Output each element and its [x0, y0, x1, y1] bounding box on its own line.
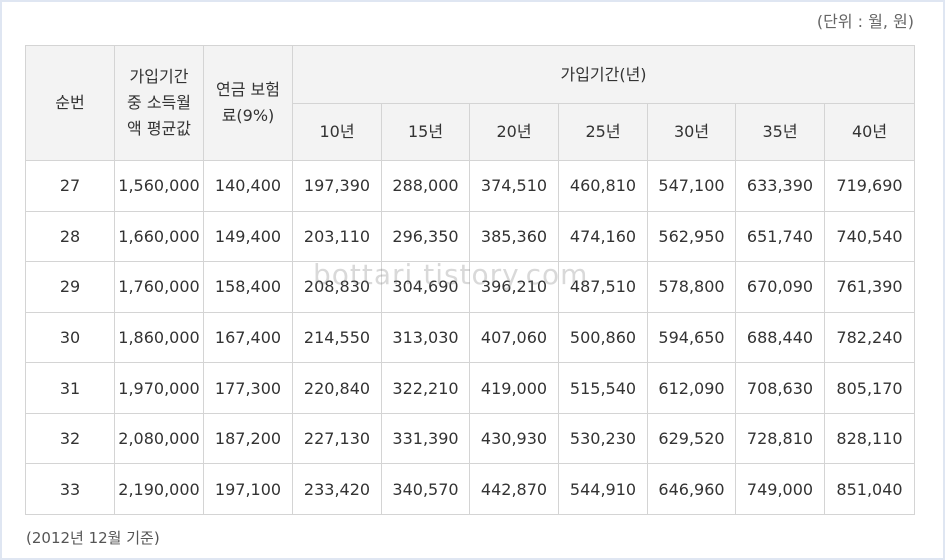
table-cell: 487,510: [558, 261, 648, 313]
table-cell: 28: [25, 210, 115, 263]
table-cell: 158,400: [203, 261, 293, 313]
table-cell: 1,860,000: [114, 311, 204, 364]
table-cell: 419,000: [469, 362, 559, 414]
header-period: 가입기간(년): [291, 45, 916, 104]
table-cell: 515,540: [558, 362, 648, 414]
pension-table: 순번 가입기간 중 소득월 액 평균값 연금 보험 료(9%) 가입기간(년) …: [25, 45, 916, 515]
table-cell: 214,550: [292, 311, 382, 364]
header-no: 순번: [25, 45, 115, 161]
table-cell: 805,170: [823, 362, 916, 414]
table-cell: 203,110: [292, 210, 382, 263]
table-cell: 233,420: [292, 463, 382, 515]
header-period-25: 25년: [558, 103, 648, 161]
table-cell: 2,080,000: [114, 412, 204, 465]
table-cell: 331,390: [381, 412, 470, 465]
table-row: 33 2,190,000 197,100 233,420 340,570 442,870 5…: [25, 463, 916, 515]
table-cell: 2,190,000: [114, 463, 204, 515]
table-cell: 33: [25, 463, 115, 515]
table-cell: 460,810: [558, 160, 648, 212]
table-row: 27 1,560,000 140,400 197,390 288,000 374,510 4…: [25, 160, 916, 212]
table-cell: 430,930: [469, 412, 559, 465]
table-cell: 322,210: [381, 362, 470, 414]
table-cell: 29: [25, 261, 115, 313]
table-cell: 32: [25, 412, 115, 465]
table-row: 31 1,970,000 177,300 220,840 322,210 419,000 5…: [25, 362, 916, 414]
table-cell: 227,130: [292, 412, 382, 465]
table-cell: 30: [25, 311, 115, 364]
table-cell: 500,860: [558, 311, 648, 364]
table-cell: 27: [25, 160, 115, 212]
table-cell: 740,540: [823, 210, 916, 263]
table-cell: 1,560,000: [114, 160, 204, 212]
table-cell: 547,100: [647, 160, 736, 212]
table-cell: 140,400: [203, 160, 293, 212]
table-cell: 167,400: [203, 311, 293, 364]
table-cell: 313,030: [381, 311, 470, 364]
table-cell: 688,440: [735, 311, 825, 364]
table-cell: 646,960: [647, 463, 736, 515]
table-row: 32 2,080,000 187,200 227,130 331,390 430,930 5…: [25, 412, 916, 465]
table-row: 30 1,860,000 167,400 214,550 313,030 407,060 5…: [25, 311, 916, 364]
table-row: 28 1,660,000 149,400 203,110 296,350 385,360 4…: [25, 210, 916, 263]
table-body: 27 1,560,000 140,400 197,390 288,000 374,510 4…: [25, 160, 916, 515]
table-cell: 633,390: [735, 160, 825, 212]
table-cell: 761,390: [823, 261, 916, 313]
table-cell: 187,200: [203, 412, 293, 465]
header-period-10: 10년: [292, 103, 382, 161]
table-cell: 530,230: [558, 412, 648, 465]
table-cell: 296,350: [381, 210, 470, 263]
header-period-20: 20년: [469, 103, 559, 161]
header-period-40: 40년: [823, 103, 916, 161]
table-cell: 1,970,000: [114, 362, 204, 414]
table-cell: 828,110: [823, 412, 916, 465]
header-period-35: 35년: [735, 103, 825, 161]
table-cell: 578,800: [647, 261, 736, 313]
table-cell: 651,740: [735, 210, 825, 263]
table-cell: 562,950: [647, 210, 736, 263]
table-cell: 31: [25, 362, 115, 414]
table-cell: 288,000: [381, 160, 470, 212]
table-cell: 340,570: [381, 463, 470, 515]
table-cell: 208,830: [292, 261, 382, 313]
footnote: (2012년 12월 기준): [26, 529, 160, 547]
table-cell: 197,100: [203, 463, 293, 515]
table-cell: 220,840: [292, 362, 382, 414]
table-cell: 728,810: [735, 412, 825, 465]
table-cell: 612,090: [647, 362, 736, 414]
table-cell: 304,690: [381, 261, 470, 313]
table-cell: 442,870: [469, 463, 559, 515]
table-cell: 197,390: [292, 160, 382, 212]
table-cell: 719,690: [823, 160, 916, 212]
table-cell: 1,660,000: [114, 210, 204, 263]
table-cell: 782,240: [823, 311, 916, 364]
table-cell: 594,650: [647, 311, 736, 364]
header-period-30: 30년: [647, 103, 736, 161]
table-cell: 149,400: [203, 210, 293, 263]
table-cell: 670,090: [735, 261, 825, 313]
table-cell: 374,510: [469, 160, 559, 212]
table-cell: 851,040: [823, 463, 916, 515]
header-premium: 연금 보험 료(9%): [203, 45, 293, 161]
table-cell: 544,910: [558, 463, 648, 515]
unit-note: (단위 : 월, 원): [816, 12, 914, 31]
table-cell: 708,630: [735, 362, 825, 414]
header-period-15: 15년: [381, 103, 470, 161]
table-cell: 474,160: [558, 210, 648, 263]
table-cell: 629,520: [647, 412, 736, 465]
table-row: 29 1,760,000 158,400 208,830 304,690 396,210 4…: [25, 261, 916, 313]
table-cell: 407,060: [469, 311, 559, 364]
table-cell: 177,300: [203, 362, 293, 414]
table-cell: 385,360: [469, 210, 559, 263]
header-income: 가입기간 중 소득월 액 평균값: [114, 45, 204, 161]
table-cell: 1,760,000: [114, 261, 204, 313]
table-cell: 749,000: [735, 463, 825, 515]
table-cell: 396,210: [469, 261, 559, 313]
